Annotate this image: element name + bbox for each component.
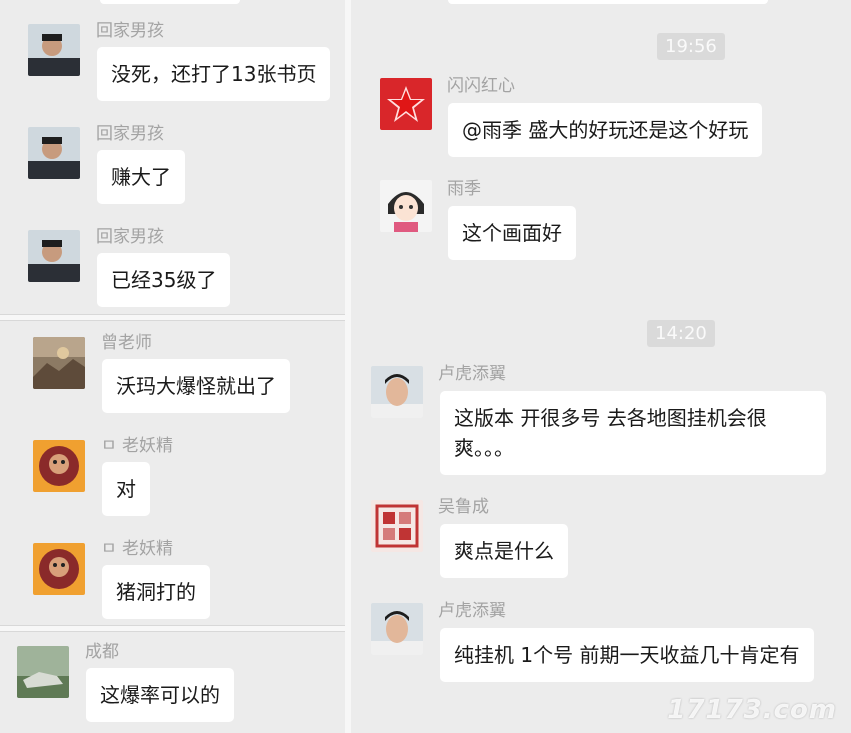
message-bubble[interactable]: 沃玛大爆怪就出了 <box>102 359 290 413</box>
message-bubble[interactable]: 已经35级了 <box>97 253 231 307</box>
avatar-person-icon[interactable] <box>28 24 80 76</box>
avatar-person-icon[interactable] <box>371 603 423 655</box>
sender-name: 卢虎添翼 <box>438 601 506 621</box>
sender-name: 吴鲁成 <box>438 497 489 517</box>
previous-bubble-edge <box>448 0 768 4</box>
sender-name: 回家男孩 <box>96 124 164 144</box>
sender-name: ㅁ 老妖精 <box>101 436 174 456</box>
avatar-game-character-icon[interactable] <box>33 440 85 492</box>
sender-name: ㅁ 老妖精 <box>101 539 174 559</box>
avatar-person-icon[interactable] <box>28 230 80 282</box>
message-bubble[interactable]: 对 <box>102 462 150 516</box>
message-bubble[interactable]: 这爆率可以的 <box>86 668 234 722</box>
avatar-cartoon-girl-icon[interactable] <box>380 180 432 232</box>
sender-name: 闪闪红心 <box>447 76 515 96</box>
message-bubble[interactable]: 赚大了 <box>97 150 185 204</box>
sender-name: 雨季 <box>447 179 481 199</box>
timestamp-badge: 19:56 <box>657 33 725 60</box>
avatar-landscape-icon[interactable] <box>17 646 69 698</box>
avatar-red-star-icon[interactable] <box>380 78 432 130</box>
timestamp-badge: 14:20 <box>647 320 715 347</box>
sender-name: 卢虎添翼 <box>438 364 506 384</box>
avatar-person-icon[interactable] <box>28 127 80 179</box>
message-bubble[interactable]: 这个画面好 <box>448 206 576 260</box>
left-chat-panel: 回家男孩 没死，还打了13张书页 回家男孩 赚大了 回家男孩 已经35级了 曾老… <box>0 0 345 733</box>
sender-name: 回家男孩 <box>96 21 164 41</box>
previous-bubble-edge <box>100 0 240 4</box>
message-bubble[interactable]: 没死，还打了13张书页 <box>97 47 331 101</box>
right-chat-panel: 19:56 闪闪红心 @雨季 盛大的好玩还是这个好玩 雨季 这个画面好 14:2… <box>351 0 851 733</box>
section-divider <box>0 625 345 632</box>
avatar-landscape-icon[interactable] <box>33 337 85 389</box>
sender-name: 回家男孩 <box>96 227 164 247</box>
message-bubble[interactable]: 纯挂机 1个号 前期一天收益几十肯定有 <box>440 628 814 682</box>
message-bubble[interactable]: 这版本 开很多号 去各地图挂机会很爽。。。 <box>440 391 826 475</box>
section-divider <box>0 314 345 321</box>
message-bubble[interactable]: 爽点是什么 <box>440 524 568 578</box>
avatar-seal-stamp-icon[interactable] <box>371 500 423 552</box>
sender-name: 成都 <box>85 642 119 662</box>
sender-name: 曾老师 <box>101 333 152 353</box>
avatar-person-icon[interactable] <box>371 366 423 418</box>
message-bubble[interactable]: @雨季 盛大的好玩还是这个好玩 <box>448 103 763 157</box>
watermark-logo: 17173.com <box>667 695 837 725</box>
avatar-game-character-icon[interactable] <box>33 543 85 595</box>
message-bubble[interactable]: 猪洞打的 <box>102 565 210 619</box>
